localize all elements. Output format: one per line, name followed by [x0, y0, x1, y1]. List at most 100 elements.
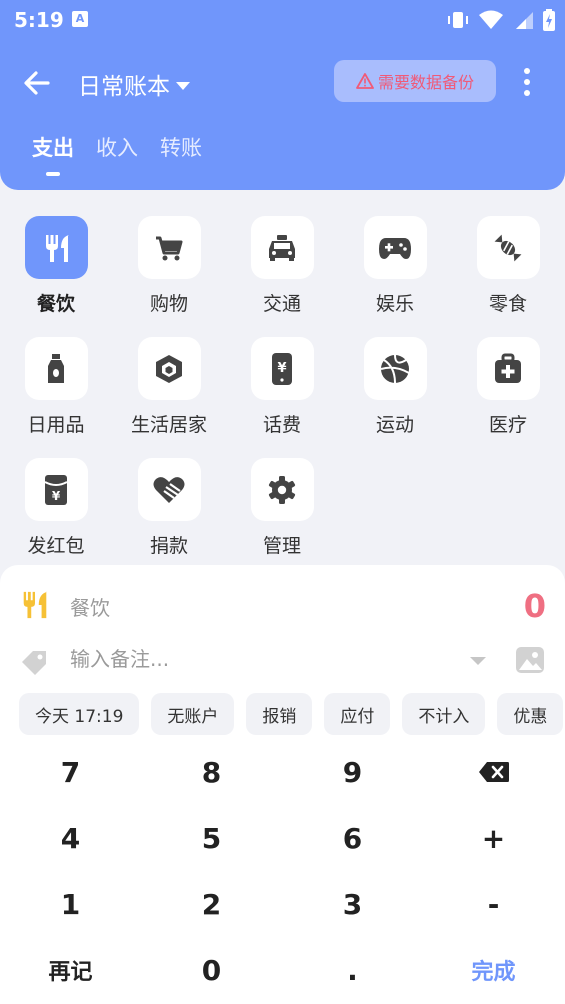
status-bar: 5:19 A — [0, 0, 565, 40]
backup-warning-label: 需要数据备份 — [377, 73, 474, 92]
key-0[interactable]: 0 — [141, 937, 282, 1003]
taxi-icon — [269, 234, 295, 261]
key-5[interactable]: 5 — [141, 805, 282, 871]
svg-text:¥: ¥ — [277, 361, 286, 376]
option-chips: 今天 17:19 无账户 报销 应付 不计入 优惠 — [19, 693, 564, 735]
key-6[interactable]: 6 — [282, 805, 423, 871]
selected-category-name: 餐饮 — [70, 596, 110, 620]
chip-payable[interactable]: 应付 — [324, 693, 391, 735]
category-label: 娱乐 — [375, 293, 414, 315]
chip-discount[interactable]: 优惠 — [497, 693, 564, 735]
wifi-icon — [479, 10, 503, 29]
more-dot — [524, 68, 530, 74]
key-plus[interactable]: + — [423, 805, 564, 871]
category-dining[interactable]: 餐饮 — [6, 216, 106, 316]
chip-reimburse[interactable]: 报销 — [246, 693, 313, 735]
category-shopping[interactable]: 购物 — [119, 216, 219, 316]
more-options-button[interactable] — [516, 64, 538, 100]
key-2[interactable]: 2 — [141, 871, 282, 937]
more-dot — [524, 90, 530, 96]
battery-icon — [543, 9, 555, 31]
number-keypad: 7 8 9 4 5 6 + 1 2 3 - 再记 0 . 完成 — [0, 739, 565, 1004]
category-label: 购物 — [149, 293, 188, 315]
type-tabs: 支出 收入 转账 — [32, 132, 202, 162]
tab-income[interactable]: 收入 — [96, 132, 138, 162]
book-title: 日常账本 — [78, 74, 170, 100]
record-again-button[interactable]: 再记 — [0, 937, 141, 1003]
svg-text:¥: ¥ — [52, 489, 61, 503]
chip-datetime[interactable]: 今天 17:19 — [19, 693, 140, 735]
cart-icon — [156, 236, 183, 260]
phone-bill-icon: ¥ — [272, 352, 292, 385]
back-button[interactable] — [20, 66, 54, 100]
category-daily-goods[interactable]: 日用品 — [6, 337, 106, 437]
arrow-left-icon — [24, 71, 50, 95]
tab-transfer[interactable]: 转账 — [160, 132, 202, 162]
key-4[interactable]: 4 — [0, 805, 141, 871]
key-9[interactable]: 9 — [282, 739, 423, 805]
category-entertainment[interactable]: 娱乐 — [345, 216, 445, 316]
category-transport[interactable]: 交通 — [232, 216, 332, 316]
warning-icon — [356, 73, 374, 89]
key-decimal[interactable]: . — [282, 937, 423, 1003]
notification-a-icon: A — [72, 11, 88, 27]
signal-icon — [516, 12, 533, 29]
category-phone-bill[interactable]: ¥ 话费 — [232, 337, 332, 437]
category-label: 发红包 — [27, 535, 85, 557]
key-3[interactable]: 3 — [282, 871, 423, 937]
heart-hand-icon — [153, 476, 185, 503]
chip-exclude[interactable]: 不计入 — [402, 693, 486, 735]
toolbar: 日常账本 需要数据备份 — [0, 56, 565, 108]
category-medical[interactable]: 医疗 — [458, 337, 558, 437]
utensils-icon — [46, 234, 69, 262]
category-label: 零食 — [488, 293, 527, 315]
note-history-dropdown-icon[interactable] — [470, 657, 486, 665]
vibrate-icon — [448, 12, 468, 28]
done-button[interactable]: 完成 — [423, 937, 564, 1003]
category-label: 医疗 — [488, 414, 527, 436]
key-8[interactable]: 8 — [141, 739, 282, 805]
status-time: 5:19 — [14, 8, 64, 32]
gamepad-icon — [379, 237, 411, 259]
category-red-packet[interactable]: ¥ 发红包 — [6, 458, 106, 558]
category-label: 生活居家 — [130, 414, 207, 436]
gear-icon — [268, 475, 296, 504]
note-row — [18, 645, 548, 679]
key-minus[interactable]: - — [423, 871, 564, 937]
category-snacks[interactable]: 零食 — [458, 216, 558, 316]
entry-sheet: 餐饮 0 今天 17:19 无账户 报销 应付 不计入 优惠 7 8 9 4 5… — [0, 565, 565, 1004]
bottle-icon — [48, 353, 64, 383]
category-label: 管理 — [262, 535, 301, 557]
image-icon[interactable] — [515, 645, 545, 675]
backspace-icon — [478, 762, 509, 782]
tag-icon — [22, 651, 46, 675]
category-label: 交通 — [262, 293, 301, 315]
category-home-living[interactable]: 生活居家 — [119, 337, 219, 437]
chip-account[interactable]: 无账户 — [151, 693, 235, 735]
note-input[interactable] — [70, 647, 450, 671]
category-label: 捐款 — [149, 535, 188, 557]
red-packet-icon: ¥ — [44, 474, 68, 505]
backup-warning-button[interactable]: 需要数据备份 — [334, 60, 496, 102]
book-selector[interactable]: 日常账本 — [78, 67, 190, 101]
amount-row: 餐饮 0 — [18, 587, 548, 625]
category-manage[interactable]: 管理 — [232, 458, 332, 558]
tab-expense[interactable]: 支出 — [32, 132, 74, 162]
key-1[interactable]: 1 — [0, 871, 141, 937]
key-7[interactable]: 7 — [0, 739, 141, 805]
home-cube-icon — [156, 354, 182, 383]
system-icons — [447, 9, 555, 31]
basketball-icon — [380, 354, 410, 383]
category-label: 话费 — [262, 414, 301, 436]
more-dot — [524, 79, 530, 85]
category-label: 餐饮 — [36, 293, 75, 315]
category-label: 运动 — [375, 414, 414, 436]
utensils-icon — [23, 591, 48, 619]
key-backspace[interactable] — [423, 739, 564, 805]
candy-icon — [494, 234, 522, 261]
category-donation[interactable]: 捐款 — [119, 458, 219, 558]
category-sports[interactable]: 运动 — [345, 337, 445, 437]
category-label: 日用品 — [27, 414, 85, 436]
amount-display[interactable]: 0 — [524, 587, 546, 625]
medical-kit-icon — [495, 353, 521, 383]
